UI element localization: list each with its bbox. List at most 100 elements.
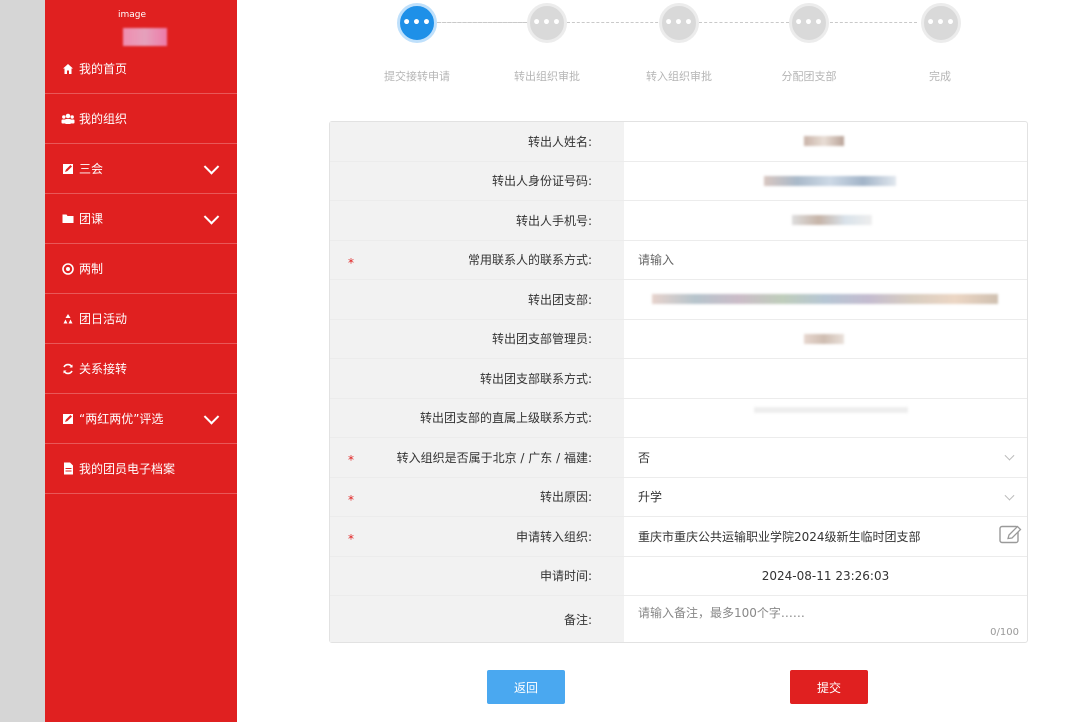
progress-steps: ••• ••• ••• ••• ••• 提交接转申请 转出组织审批 转入组织审批… <box>251 0 1080 90</box>
form-row-reason: * 转出原因: 升学 <box>330 477 1027 517</box>
chevron-down-icon <box>203 208 220 225</box>
blurred-text <box>804 136 844 147</box>
transfer-form: 转出人姓名: 转出人身份证号码: 转出人手机号: * 常用联系人的联系方式: 请输… <box>329 121 1028 643</box>
label-text: 转出团支部管理员: <box>491 332 592 347</box>
sidebar-item-label: “两红两优”评选 <box>79 412 164 426</box>
blurred-text <box>764 175 896 186</box>
submit-button[interactable]: 提交 <box>790 670 868 704</box>
region-selected: 否 <box>638 450 651 465</box>
step-2-circle: ••• <box>527 3 567 43</box>
field-label: * 转出原因: <box>330 477 624 516</box>
step-3-circle: ••• <box>659 3 699 43</box>
folder-icon <box>61 212 75 226</box>
main-content: ••• ••• ••• ••• ••• 提交接转申请 转出组织审批 转入组织审批… <box>251 0 1080 722</box>
step-1-circle: ••• <box>397 3 437 43</box>
sidebar-item-league-course[interactable]: 团课 <box>45 194 237 244</box>
dots-icon: ••• <box>664 15 694 31</box>
dots-icon: ••• <box>532 15 562 31</box>
field-label: * 转入组织是否属于北京 / 广东 / 福建: <box>330 438 624 477</box>
recycle-icon <box>61 312 75 326</box>
sidebar-item-member-archive[interactable]: 我的团员电子档案 <box>45 444 237 494</box>
step-5-circle: ••• <box>921 3 961 43</box>
reason-selected: 升学 <box>638 490 663 505</box>
id-number-value <box>624 162 1027 201</box>
target-org-field[interactable]: 重庆市重庆公共运输职业学院2024级新生临时团支部 <box>624 517 1027 556</box>
form-row-region: * 转入组织是否属于北京 / 广东 / 福建: 否 <box>330 438 1027 478</box>
chevron-down-icon <box>1004 450 1015 461</box>
step-2-label: 转出组织审批 <box>514 70 580 83</box>
apply-time-text: 2024-08-11 23:26:03 <box>761 568 890 583</box>
chevron-down-icon <box>1004 490 1015 501</box>
form-row-remarks: 备注: 请输入备注，最多100个字…… 0/100 <box>330 596 1027 642</box>
blurred-text <box>652 294 998 305</box>
step-connector <box>825 22 917 23</box>
label-text: 转出人手机号: <box>515 213 592 228</box>
sidebar-item-league-day[interactable]: 团日活动 <box>45 294 237 344</box>
step-4-circle: ••• <box>789 3 829 43</box>
edit-icon <box>61 412 75 426</box>
back-button[interactable]: 返回 <box>487 670 565 704</box>
field-label: 转出团支部联系方式: <box>330 359 624 398</box>
form-row-branch: 转出团支部: <box>330 280 1027 320</box>
step-4-label: 分配团支部 <box>781 70 837 83</box>
branch-admin-value <box>624 320 1027 359</box>
step-connector <box>699 22 789 23</box>
users-icon <box>61 112 75 126</box>
dots-icon: ••• <box>402 15 432 31</box>
sidebar-item-label: 三会 <box>79 162 104 176</box>
field-label: 转出团支部的直属上级联系方式: <box>330 398 624 437</box>
chevron-down-icon <box>203 158 220 175</box>
chevron-down-icon <box>203 408 220 425</box>
sidebar-item-organization[interactable]: 我的组织 <box>45 94 237 144</box>
form-row-branch-admin: 转出团支部管理员: <box>330 319 1027 359</box>
sidebar-item-label: 关系接转 <box>79 362 128 376</box>
sidebar-item-award-selection[interactable]: “两红两优”评选 <box>45 394 237 444</box>
field-label: 转出人身份证号码: <box>330 161 624 200</box>
pencil-edit-icon[interactable] <box>999 525 1023 548</box>
remarks-placeholder: 请输入备注，最多100个字…… <box>638 606 805 620</box>
dots-icon: ••• <box>926 15 956 31</box>
field-label: 转出人姓名: <box>330 122 624 161</box>
sidebar-item-label: 两制 <box>79 262 104 276</box>
file-icon <box>61 462 75 476</box>
form-row-contact: * 常用联系人的联系方式: 请输入 <box>330 240 1027 280</box>
sidebar-item-label: 团课 <box>79 212 104 226</box>
step-5-label: 完成 <box>929 70 951 83</box>
sidebar-item-relation-transfer[interactable]: 关系接转 <box>45 344 237 394</box>
label-text: 转出人姓名: <box>527 134 592 149</box>
logo-image: image <box>118 10 164 20</box>
label-text: 转出团支部联系方式: <box>479 371 592 386</box>
remarks-textarea[interactable]: 请输入备注，最多100个字…… 0/100 <box>624 596 1027 642</box>
branch-value <box>624 280 1027 319</box>
contact-input[interactable]: 请输入 <box>624 241 1027 280</box>
apply-time-value: 2024-08-11 23:26:03 <box>624 557 1027 596</box>
logo-alt-text: image <box>118 10 147 20</box>
contact-placeholder: 请输入 <box>638 253 675 268</box>
region-select[interactable]: 否 <box>624 438 1027 477</box>
blurred-text <box>804 333 844 344</box>
field-label: 转出团支部管理员: <box>330 319 624 358</box>
step-3-label: 转入组织审批 <box>646 70 712 83</box>
sidebar-item-three-meetings[interactable]: 三会 <box>45 144 237 194</box>
form-row-target-org: * 申请转入组织: 重庆市重庆公共运输职业学院2024级新生临时团支部 <box>330 517 1027 557</box>
label-text: 转出人身份证号码: <box>491 174 592 189</box>
label-text: 申请时间: <box>539 569 592 584</box>
sidebar-item-label: 我的团员电子档案 <box>79 462 176 476</box>
home-icon <box>61 62 75 76</box>
step-connector <box>567 22 663 23</box>
phone-value <box>624 201 1027 240</box>
form-row-apply-time: 申请时间: 2024-08-11 23:26:03 <box>330 556 1027 596</box>
field-label: 备注: <box>330 596 624 642</box>
target-icon <box>61 262 75 276</box>
target-org-value: 重庆市重庆公共运输职业学院2024级新生临时团支部 <box>638 529 921 544</box>
label-text: 申请转入组织: <box>515 529 592 544</box>
superior-contact-value <box>624 399 1027 438</box>
reason-select[interactable]: 升学 <box>624 478 1027 517</box>
label-text: 转出团支部: <box>527 292 592 307</box>
label-text: 转出团支部的直属上级联系方式: <box>419 411 592 426</box>
sidebar-item-two-systems[interactable]: 两制 <box>45 244 237 294</box>
sidebar-item-home[interactable]: 我的首页 <box>45 44 237 94</box>
sidebar: image 我的首页 我的组织 三会 团课 两制 团日活动 关系接转 “两红两优… <box>45 0 237 722</box>
form-row-id-number: 转出人身份证号码: <box>330 161 1027 201</box>
sidebar-item-label: 我的首页 <box>79 62 128 76</box>
